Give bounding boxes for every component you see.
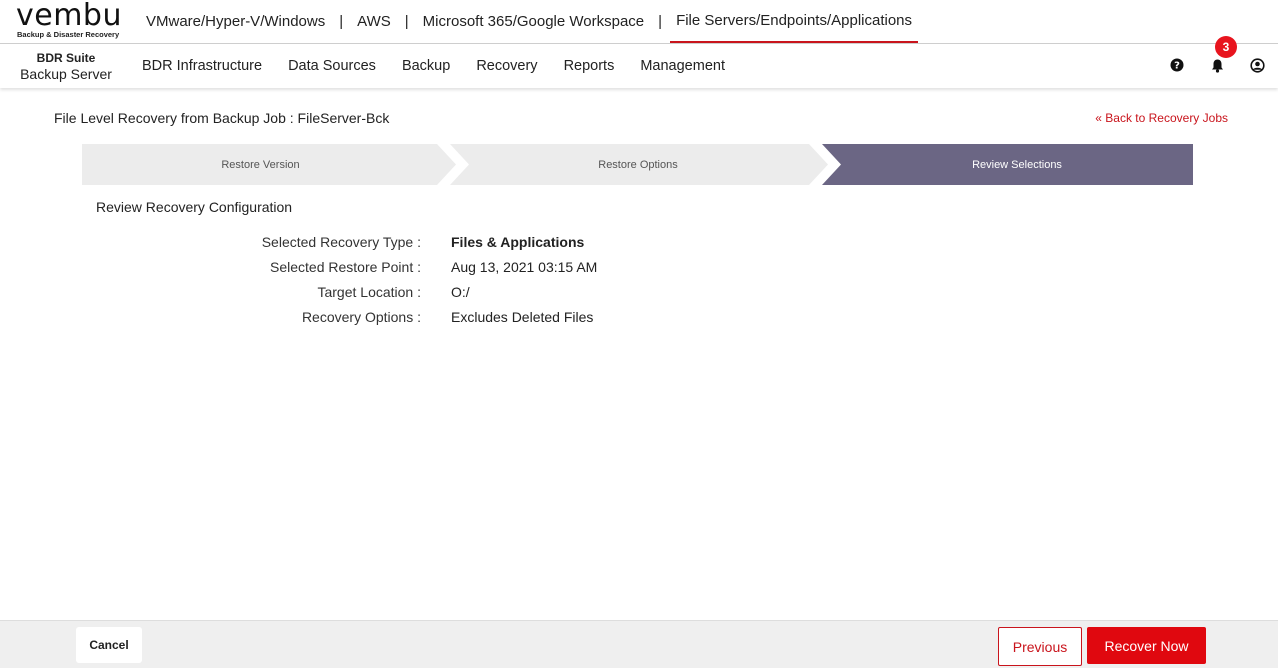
wizard-step-restore-version: Restore Version (221, 158, 300, 171)
summary-label: Target Location : (317, 284, 421, 300)
summary-value: Aug 13, 2021 03:15 AM (451, 259, 598, 275)
vembu-logo[interactable]: vembu Backup & Disaster Recovery (16, 0, 122, 40)
product-tab-microsoft365[interactable]: Microsoft 365/Google Workspace (417, 0, 651, 43)
nav-separator: | (404, 13, 409, 30)
logo-text: vembu (16, 0, 122, 33)
summary-row: Selected Restore Point : Aug 13, 2021 03… (0, 259, 1278, 279)
product-nav: VMware/Hyper-V/Windows | AWS | Microsoft… (140, 0, 919, 43)
menu-recovery[interactable]: Recovery (463, 58, 550, 74)
header-icons: ? 3 (1146, 36, 1266, 88)
main-menu: BDR Infrastructure Data Sources Backup R… (129, 44, 738, 88)
wizard-step-review-selections: Review Selections (972, 158, 1062, 171)
nav-separator: | (658, 13, 663, 30)
summary-label: Recovery Options : (301, 309, 421, 325)
menu-backup[interactable]: Backup (389, 58, 463, 74)
suite-name: BDR Suite (36, 51, 96, 65)
product-tab-vmware[interactable]: VMware/Hyper-V/Windows (140, 0, 331, 43)
page-title: File Level Recovery from Backup Job : Fi… (54, 110, 390, 126)
nav-separator: | (339, 13, 344, 30)
section-title: Review Recovery Configuration (96, 199, 293, 215)
menu-management[interactable]: Management (627, 58, 738, 74)
wizard-step-restore-options: Restore Options (598, 158, 678, 171)
recover-now-button[interactable]: Recover Now (1087, 627, 1206, 664)
summary-label: Selected Recovery Type : (261, 234, 421, 250)
previous-button[interactable]: Previous (998, 627, 1082, 666)
suite-title: BDR Suite Backup Server (20, 50, 112, 82)
notification-badge: 3 (1215, 36, 1237, 58)
summary-value: O:/ (451, 284, 470, 300)
product-tab-file-servers[interactable]: File Servers/Endpoints/Applications (670, 0, 919, 43)
footer-bar: Cancel Previous Recover Now (0, 620, 1278, 668)
help-icon[interactable]: ? (1170, 58, 1186, 74)
product-tab-aws[interactable]: AWS (351, 0, 397, 43)
svg-text:?: ? (1174, 61, 1180, 72)
menu-reports[interactable]: Reports (551, 58, 628, 74)
summary-row: Recovery Options : Excludes Deleted File… (0, 309, 1278, 329)
cancel-button[interactable]: Cancel (76, 627, 142, 663)
summary-value: Excludes Deleted Files (451, 309, 594, 325)
summary-value: Files & Applications (451, 234, 585, 250)
wizard-steps: Restore Version Restore Options Review S… (82, 144, 1193, 185)
main-nav: BDR Suite Backup Server BDR Infrastructu… (0, 36, 1278, 88)
summary-row: Selected Recovery Type : Files & Applica… (0, 234, 1278, 254)
suite-server: Backup Server (20, 66, 112, 82)
user-icon[interactable] (1250, 58, 1266, 74)
summary-row: Target Location : O:/ (0, 284, 1278, 304)
summary-label: Selected Restore Point : (270, 259, 421, 275)
top-bar: vembu Backup & Disaster Recovery VMware/… (0, 0, 1278, 44)
menu-bdr-infrastructure[interactable]: BDR Infrastructure (129, 58, 275, 74)
menu-data-sources[interactable]: Data Sources (275, 58, 389, 74)
back-to-recovery-jobs-link[interactable]: « Back to Recovery Jobs (1095, 111, 1228, 125)
bell-icon[interactable]: 3 (1210, 36, 1237, 74)
logo-tagline: Backup & Disaster Recovery (17, 30, 120, 39)
